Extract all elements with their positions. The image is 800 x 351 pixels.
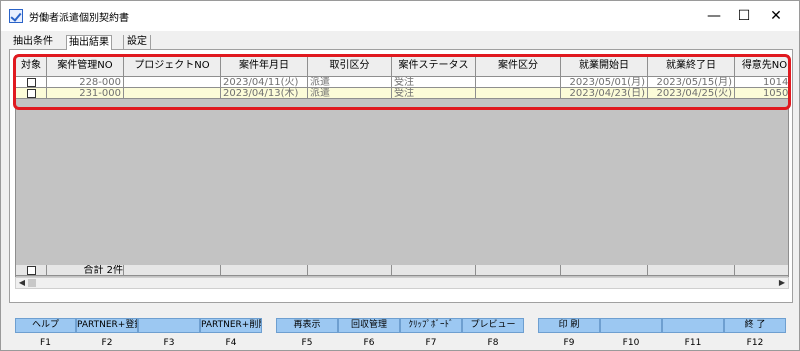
f4-label: F4 bbox=[225, 338, 237, 348]
select-cell bbox=[16, 88, 47, 99]
tab-settings[interactable]: 設定 bbox=[123, 35, 151, 50]
f1-label: F1 bbox=[40, 338, 51, 348]
customer-no-cell[interactable]: 1014- bbox=[735, 77, 788, 88]
start-date-cell[interactable]: 2023/05/01(月) bbox=[561, 77, 648, 88]
f11-label: F11 bbox=[684, 338, 702, 348]
start-date-cell[interactable]: 2023/04/23(日) bbox=[561, 88, 648, 99]
f7-label: F7 bbox=[425, 338, 437, 348]
tab-extract-conditions[interactable]: 抽出条件 bbox=[11, 35, 55, 50]
f10-button[interactable] bbox=[600, 318, 662, 333]
col-header-start-date[interactable]: 就業開始日 bbox=[561, 56, 648, 77]
f8-label: F8 bbox=[487, 338, 499, 348]
app-icon bbox=[9, 9, 23, 23]
trade-type-cell[interactable]: 派遣 bbox=[308, 77, 392, 88]
footer-cell bbox=[124, 265, 221, 276]
results-grid: 対象 案件管理NO プロジェクトNO 案件年月日 取引区分 案件ステータス 案件… bbox=[15, 55, 789, 287]
col-header-customer-no[interactable]: 得意先NO bbox=[735, 56, 788, 77]
refresh-button[interactable]: 再表示 bbox=[276, 318, 338, 333]
f11-button[interactable] bbox=[662, 318, 724, 333]
case-status-cell[interactable]: 受注 bbox=[392, 77, 476, 88]
col-header-trade-type[interactable]: 取引区分 bbox=[308, 56, 392, 77]
scroll-right-icon[interactable]: ▶ bbox=[776, 278, 788, 288]
case-kind-cell[interactable] bbox=[476, 77, 561, 88]
table-row[interactable]: 228-000 2023/04/11(火) 派遣 受注 2023/05/01(月… bbox=[16, 77, 788, 88]
scroll-thumb[interactable] bbox=[28, 279, 36, 287]
footer-cell bbox=[648, 265, 735, 276]
col-header-case-no[interactable]: 案件管理NO bbox=[47, 56, 124, 77]
grid-footer: 合計 2件 bbox=[16, 265, 788, 276]
col-header-case-date[interactable]: 案件年月日 bbox=[221, 56, 308, 77]
f12-label: F12 bbox=[746, 338, 764, 348]
case-status-cell[interactable]: 受注 bbox=[392, 88, 476, 99]
horizontal-scrollbar[interactable]: ◀ ▶ bbox=[15, 277, 789, 289]
partner-register-button[interactable]: PARTNER+登録 bbox=[76, 318, 138, 333]
f3-button[interactable] bbox=[138, 318, 200, 333]
customer-no-cell[interactable]: 1050- bbox=[735, 88, 788, 99]
app-window: 労働者派遣個別契約書 — ☐ ✕ 抽出条件 抽出結果 設定 対象 案件管理NO … bbox=[0, 0, 800, 351]
footer-cell bbox=[476, 265, 561, 276]
footer-cell bbox=[221, 265, 308, 276]
f5-label: F5 bbox=[301, 338, 313, 348]
end-date-cell[interactable]: 2023/04/25(火) bbox=[648, 88, 735, 99]
f6-label: F6 bbox=[363, 338, 375, 348]
col-header-case-kind[interactable]: 案件区分 bbox=[476, 56, 561, 77]
project-no-cell[interactable] bbox=[124, 88, 221, 99]
clipboard-button[interactable]: ｸﾘｯﾌﾟﾎﾞｰﾄﾞ bbox=[400, 318, 462, 333]
case-no-cell[interactable]: 228-000 bbox=[47, 77, 124, 88]
scroll-left-icon[interactable]: ◀ bbox=[16, 278, 28, 288]
footer-cell bbox=[392, 265, 476, 276]
case-date-cell[interactable]: 2023/04/13(木) bbox=[221, 88, 308, 99]
col-header-case-status[interactable]: 案件ステータス bbox=[392, 56, 476, 77]
table-row[interactable]: 231-000 2023/04/13(木) 派遣 受注 2023/04/23(日… bbox=[16, 88, 788, 99]
footer-cell bbox=[561, 265, 648, 276]
end-date-cell[interactable]: 2023/05/15(月) bbox=[648, 77, 735, 88]
row-checkbox[interactable] bbox=[26, 89, 36, 98]
f2-label: F2 bbox=[101, 338, 113, 348]
footer-cell bbox=[735, 265, 788, 276]
case-no-cell[interactable]: 231-000 bbox=[47, 88, 124, 99]
preview-button[interactable]: プレビュー bbox=[462, 318, 524, 333]
print-button[interactable]: 印 刷 bbox=[538, 318, 600, 333]
grid-header: 対象 案件管理NO プロジェクトNO 案件年月日 取引区分 案件ステータス 案件… bbox=[16, 56, 788, 77]
case-kind-cell[interactable] bbox=[476, 88, 561, 99]
f9-label: F9 bbox=[563, 338, 575, 348]
col-header-select[interactable]: 対象 bbox=[16, 56, 47, 77]
select-all-checkbox[interactable] bbox=[26, 266, 36, 275]
partner-delete-button[interactable]: PARTNER+削除 bbox=[200, 318, 262, 333]
window-title: 労働者派遣個別契約書 bbox=[29, 13, 129, 24]
footer-cell bbox=[308, 265, 392, 276]
col-header-end-date[interactable]: 就業終了日 bbox=[648, 56, 735, 77]
select-cell bbox=[16, 77, 47, 88]
project-no-cell[interactable] bbox=[124, 77, 221, 88]
col-header-project-no[interactable]: プロジェクトNO bbox=[124, 56, 221, 77]
total-count: 合計 2件 bbox=[47, 265, 124, 276]
row-checkbox[interactable] bbox=[26, 78, 36, 87]
exit-button[interactable]: 終 了 bbox=[724, 318, 786, 333]
tab-extract-results[interactable]: 抽出結果 bbox=[66, 35, 112, 50]
collection-management-button[interactable]: 回収管理 bbox=[338, 318, 400, 333]
title-bar: 労働者派遣個別契約書 — ☐ ✕ bbox=[1, 1, 799, 31]
close-button[interactable]: ✕ bbox=[753, 1, 799, 31]
footer-select-cell bbox=[16, 265, 47, 276]
f10-label: F10 bbox=[622, 338, 640, 348]
case-date-cell[interactable]: 2023/04/11(火) bbox=[221, 77, 308, 88]
help-button[interactable]: ヘルプ bbox=[15, 318, 76, 333]
f3-label: F3 bbox=[163, 338, 175, 348]
trade-type-cell[interactable]: 派遣 bbox=[308, 88, 392, 99]
